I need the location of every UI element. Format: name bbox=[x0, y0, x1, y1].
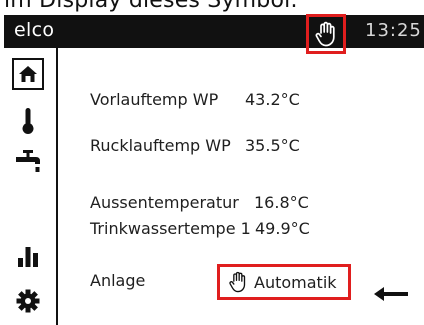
row-value-dhw-temp: 49.9°C bbox=[255, 219, 310, 238]
bar-chart-icon bbox=[18, 247, 38, 267]
row-value-flow-temp: 43.2°C bbox=[245, 90, 300, 109]
manual-mode-indicator[interactable] bbox=[306, 14, 346, 54]
brand-logo: elco bbox=[14, 19, 55, 41]
clock-time: 13:25 bbox=[365, 20, 422, 41]
thermometer-icon bbox=[22, 108, 34, 134]
row-label-dhw-temp: Trinkwassertempe 1 bbox=[90, 219, 251, 238]
row-label-outside-temp: Aussentemperatur bbox=[90, 193, 239, 212]
system-mode-status[interactable]: Automatik bbox=[217, 264, 351, 300]
sidebar-item-hot-water[interactable] bbox=[12, 146, 44, 176]
arrow-left-icon bbox=[374, 287, 408, 301]
row-label-return-temp: Rucklauftemp WP bbox=[90, 136, 231, 155]
row-value-outside-temp: 16.8°C bbox=[254, 193, 309, 212]
display-header: elco 13:25 bbox=[4, 14, 424, 54]
home-icon bbox=[19, 66, 37, 82]
row-value-return-temp: 35.5°C bbox=[245, 136, 300, 155]
sidebar-item-home[interactable] bbox=[12, 58, 44, 90]
gear-icon bbox=[16, 289, 40, 313]
water-tap-icon bbox=[16, 150, 40, 172]
sidebar-item-temperature[interactable] bbox=[12, 106, 44, 136]
row-label-system: Anlage bbox=[90, 271, 146, 290]
row-label-flow-temp: Vorlauftemp WP bbox=[90, 90, 219, 109]
system-mode-value: Automatik bbox=[254, 272, 337, 292]
sidebar-nav bbox=[4, 48, 58, 325]
sidebar-item-settings[interactable] bbox=[12, 286, 44, 316]
caption-text: im Display dieses Symbol. bbox=[4, 0, 298, 13]
hand-icon bbox=[315, 21, 335, 47]
hand-icon bbox=[229, 271, 246, 293]
sidebar-item-statistics[interactable] bbox=[12, 241, 44, 271]
